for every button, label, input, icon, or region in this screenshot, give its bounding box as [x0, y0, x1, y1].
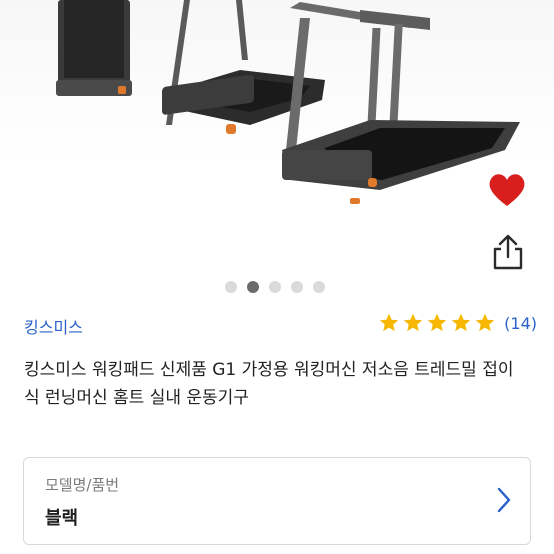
- star-icon: [403, 313, 423, 332]
- option-label: 모델명/품번: [45, 476, 120, 494]
- carousel-dot[interactable]: [269, 281, 281, 293]
- treadmill-folded: [56, 0, 132, 96]
- product-image[interactable]: [0, 0, 554, 275]
- carousel-dot[interactable]: [291, 281, 303, 293]
- carousel-dot-active[interactable]: [247, 281, 259, 293]
- treadmill-illustration: [56, 0, 520, 204]
- wishlist-button[interactable]: [485, 168, 529, 212]
- star-icon: [427, 313, 447, 332]
- heart-icon: [489, 174, 525, 206]
- option-value: 블랙: [45, 508, 79, 529]
- product-title: 킹스미스 워킹패드 신제품 G1 가정용 워킹머신 저소음 트레드밀 접이식 런…: [24, 360, 514, 408]
- star-icon: [451, 313, 471, 332]
- star-icon: [475, 313, 495, 332]
- carousel-indicator: [0, 281, 552, 293]
- carousel-dot[interactable]: [313, 281, 325, 293]
- brand-link[interactable]: 킹스미스: [24, 314, 83, 338]
- share-icon: [493, 234, 523, 270]
- share-button[interactable]: [489, 233, 527, 273]
- option-selector[interactable]: 모델명/품번 블랙: [23, 457, 531, 545]
- rating-count: (14): [504, 313, 537, 333]
- star-icon: [379, 313, 399, 332]
- rating-summary[interactable]: (14): [378, 312, 537, 334]
- carousel-dot[interactable]: [225, 281, 237, 293]
- chevron-right-icon: [497, 487, 511, 513]
